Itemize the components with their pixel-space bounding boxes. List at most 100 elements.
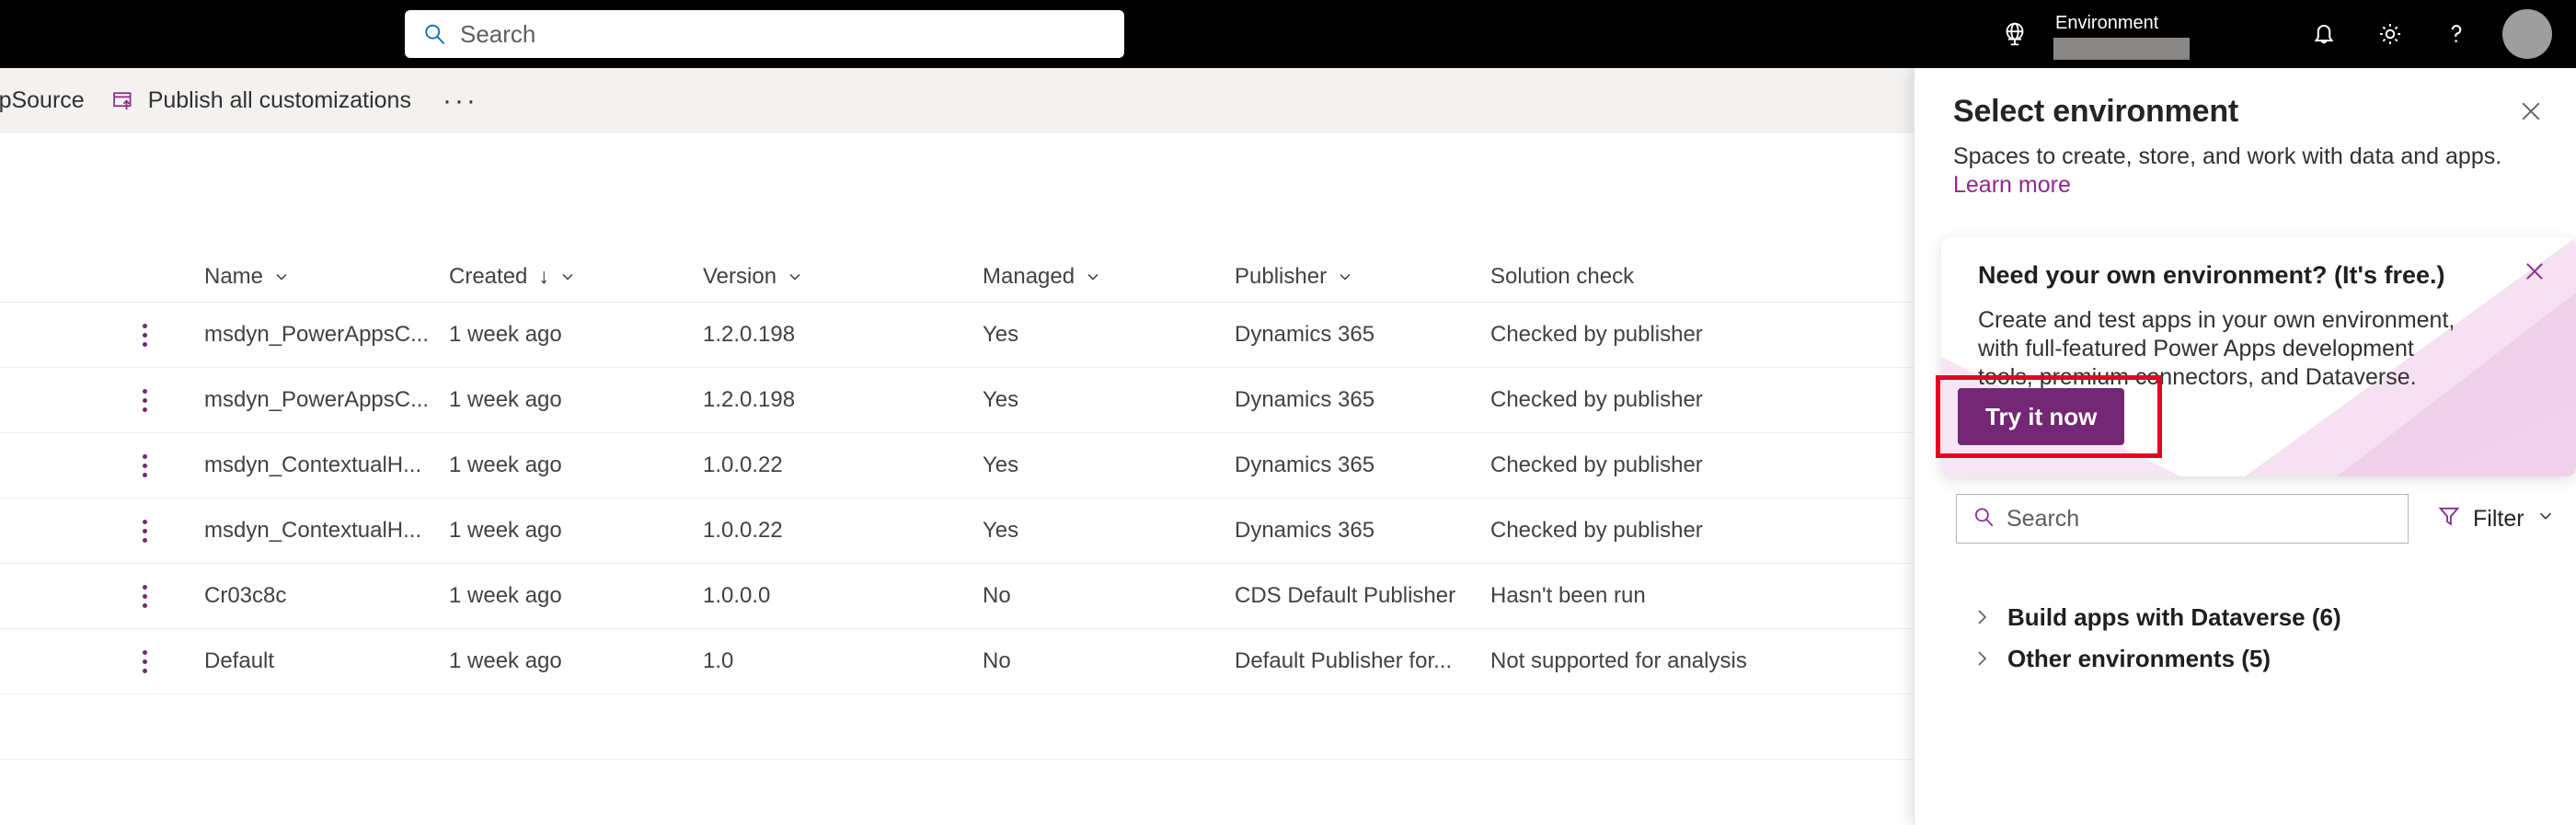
- app-header: Search Environment: [0, 0, 2576, 68]
- filter-icon: [2436, 503, 2462, 535]
- cell-created: 1 week ago: [449, 453, 562, 477]
- cell-solution-check: Not supported for analysis: [1490, 648, 1747, 673]
- chevron-down-icon: [558, 268, 577, 286]
- page-title: Select environment: [1953, 94, 2239, 129]
- column-header-version-label: Version: [703, 263, 777, 289]
- cell-version: 1.2.0.198: [703, 322, 796, 347]
- global-search-box[interactable]: Search: [405, 10, 1124, 58]
- cell-managed: Yes: [983, 518, 1019, 543]
- search-icon: [421, 21, 447, 47]
- environment-search-placeholder: Search: [2007, 505, 2080, 532]
- cell-managed: No: [983, 583, 1011, 608]
- environment-search-input[interactable]: Search: [1956, 494, 2409, 544]
- row-overflow-button[interactable]: [0, 649, 204, 673]
- cell-publisher: Dynamics 365: [1235, 322, 1375, 347]
- cell-solution-check: Checked by publisher: [1490, 518, 1703, 543]
- column-header-managed-label: Managed: [983, 263, 1075, 289]
- column-header-name[interactable]: Name: [204, 264, 449, 290]
- cell-version: 1.0.0.0: [703, 583, 771, 608]
- group-label: Build apps with Dataverse (6): [2007, 602, 2341, 631]
- column-header-created-label: Created: [449, 263, 528, 289]
- cell-name: msdyn_ContextualH...: [204, 453, 422, 477]
- cell-publisher: CDS Default Publisher: [1235, 583, 1456, 608]
- more-vertical-icon: [143, 584, 147, 608]
- chevron-down-icon: [786, 268, 804, 286]
- cell-name: msdyn_ContextualH...: [204, 518, 422, 543]
- row-overflow-button[interactable]: [0, 323, 204, 347]
- environment-selector[interactable]: Environment: [2053, 0, 2190, 68]
- column-header-publisher-label: Publisher: [1235, 263, 1328, 289]
- command-overflow-button[interactable]: ···: [424, 86, 497, 117]
- cell-solution-check: Checked by publisher: [1490, 453, 1703, 477]
- cell-solution-check: Checked by publisher: [1490, 387, 1703, 412]
- cell-publisher: Dynamics 365: [1235, 453, 1375, 477]
- command-appsource-label: AppSource: [0, 87, 85, 113]
- cell-version: 1.0: [703, 648, 734, 673]
- sort-descending-icon: ↓: [538, 264, 549, 288]
- group-other-environments[interactable]: Other environments (5): [1956, 635, 2559, 682]
- row-overflow-button[interactable]: [0, 453, 204, 477]
- cell-publisher: Default Publisher for...: [1235, 648, 1453, 673]
- command-publish-all-customizations[interactable]: Publish all customizations: [98, 68, 424, 133]
- group-label: Other environments (5): [2007, 644, 2271, 672]
- close-icon[interactable]: [2515, 252, 2554, 291]
- row-overflow-button[interactable]: [0, 519, 204, 543]
- learn-more-link[interactable]: Learn more: [1953, 172, 2071, 199]
- avatar[interactable]: [2502, 9, 2552, 59]
- chevron-down-icon: [272, 268, 291, 286]
- close-icon[interactable]: [2510, 90, 2552, 132]
- global-search-placeholder: Search: [460, 19, 536, 48]
- filter-label: Filter: [2473, 505, 2524, 532]
- chevron-right-icon: [1956, 647, 2007, 670]
- cell-name: Cr03c8c: [204, 583, 287, 608]
- chevron-down-icon: [1084, 268, 1102, 286]
- cell-created: 1 week ago: [449, 322, 562, 347]
- cell-version: 1.0.0.22: [703, 518, 783, 543]
- try-it-now-button[interactable]: Try it now: [1958, 388, 2125, 445]
- column-header-name-label: Name: [204, 263, 264, 289]
- power-apps-solutions-page: Search Environment pSource Publish all c…: [0, 0, 2576, 825]
- more-vertical-icon: [143, 519, 147, 543]
- callout-body: Need your own environment? (It's free.) …: [1941, 237, 2576, 392]
- column-header-solution-check[interactable]: Solution check: [1490, 264, 1969, 290]
- cell-managed: Yes: [983, 453, 1019, 477]
- cell-solution-check: Checked by publisher: [1490, 322, 1703, 347]
- cell-publisher: Dynamics 365: [1235, 518, 1375, 543]
- column-header-version[interactable]: Version: [703, 264, 983, 290]
- globe-icon[interactable]: [1982, 0, 2048, 68]
- row-overflow-button[interactable]: [0, 584, 204, 608]
- cell-managed: No: [983, 648, 1011, 673]
- more-vertical-icon: [143, 323, 147, 347]
- filter-button[interactable]: Filter: [2436, 503, 2556, 535]
- cell-name: msdyn_PowerAppsC...: [204, 387, 430, 412]
- panel-subtitle: Spaces to create, store, and work with d…: [1953, 143, 2502, 169]
- more-vertical-icon: [143, 453, 147, 477]
- chevron-down-icon: [2536, 506, 2556, 533]
- callout-title: Need your own environment? (It's free.): [1978, 261, 2445, 289]
- header-actions: Environment: [1982, 0, 2576, 68]
- cell-version: 1.2.0.198: [703, 387, 796, 412]
- more-vertical-icon: [143, 388, 147, 412]
- cell-publisher: Dynamics 365: [1235, 387, 1375, 412]
- question-mark-icon[interactable]: [2423, 0, 2490, 68]
- row-overflow-button[interactable]: [0, 388, 204, 412]
- more-vertical-icon: [143, 649, 147, 673]
- chevron-down-icon: [1336, 268, 1354, 286]
- cell-created: 1 week ago: [449, 518, 562, 543]
- cell-created: 1 week ago: [449, 583, 562, 608]
- environment-name-redacted: [2053, 38, 2190, 60]
- chevron-right-icon: [1956, 606, 2007, 628]
- callout-description: Create and test apps in your own environ…: [1978, 307, 2455, 390]
- column-header-managed[interactable]: Managed: [983, 264, 1235, 290]
- column-header-created[interactable]: Created ↓: [449, 264, 703, 290]
- column-header-publisher[interactable]: Publisher: [1235, 264, 1490, 290]
- search-icon: [1972, 505, 1995, 533]
- bell-icon[interactable]: [2291, 0, 2357, 68]
- cell-solution-check: Hasn't been run: [1490, 583, 1646, 608]
- command-appsource[interactable]: AppSource: [0, 68, 98, 133]
- cell-managed: Yes: [983, 322, 1019, 347]
- gear-icon[interactable]: [2357, 0, 2423, 68]
- cell-created: 1 week ago: [449, 648, 562, 673]
- column-header-solution-check-label: Solution check: [1490, 263, 1635, 289]
- cell-name: Default: [204, 648, 275, 673]
